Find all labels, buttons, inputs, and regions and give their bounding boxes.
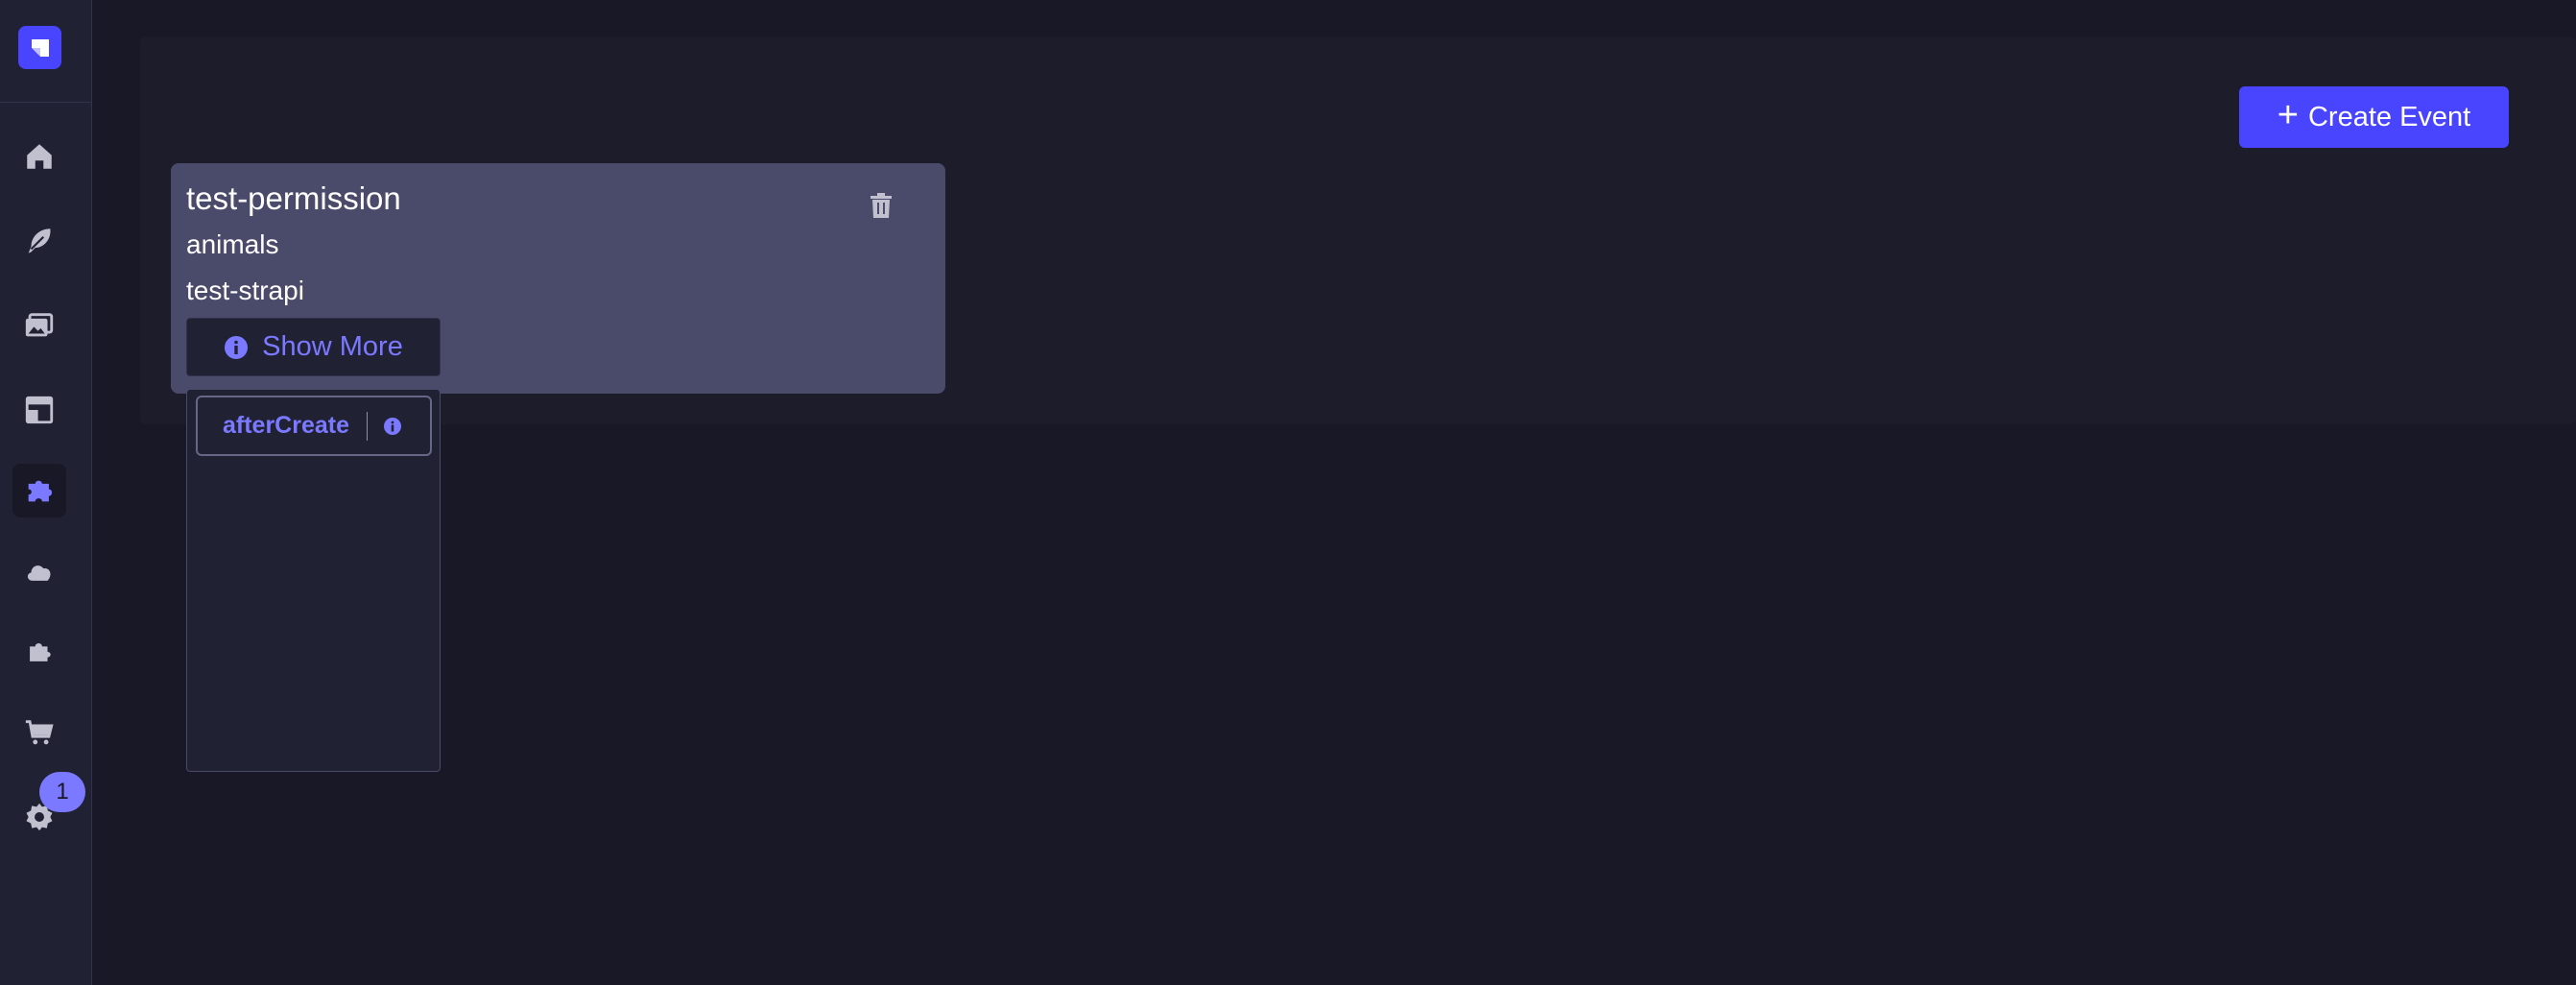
settings-notification-badge: 1 bbox=[39, 772, 85, 812]
event-hook-label: afterCreate bbox=[223, 412, 350, 439]
sidebar: 1 bbox=[0, 0, 92, 985]
event-line-1: animals bbox=[186, 229, 279, 259]
layout-icon bbox=[25, 396, 54, 424]
cart-icon bbox=[25, 720, 54, 745]
info-icon bbox=[225, 335, 249, 359]
nav-plugins[interactable] bbox=[12, 625, 66, 679]
nav-home[interactable] bbox=[12, 130, 66, 183]
hook-info-icon[interactable] bbox=[383, 417, 402, 436]
chip-divider bbox=[367, 411, 369, 441]
puzzle-icon bbox=[28, 480, 53, 502]
event-hook-chip[interactable]: afterCreate bbox=[196, 396, 432, 456]
plus-icon: + bbox=[2277, 95, 2299, 135]
plugins-icon bbox=[30, 643, 51, 661]
trash-icon bbox=[871, 193, 892, 218]
nav-webhooks[interactable] bbox=[12, 464, 66, 517]
media-library-icon bbox=[25, 313, 54, 337]
strapi-logo-icon[interactable] bbox=[18, 26, 61, 69]
feather-icon bbox=[28, 228, 51, 253]
cloud-icon bbox=[27, 565, 51, 581]
show-more-button[interactable]: Show More bbox=[186, 318, 441, 376]
create-event-button[interactable]: + Create Event bbox=[2239, 86, 2509, 148]
nav-cloud[interactable] bbox=[12, 544, 66, 598]
logo-divider bbox=[0, 102, 92, 103]
nav-content-manager[interactable] bbox=[12, 214, 66, 268]
home-icon bbox=[27, 144, 52, 169]
event-line-2: test-strapi bbox=[186, 276, 304, 305]
event-name: test-permission bbox=[186, 180, 401, 216]
create-event-label: Create Event bbox=[2307, 101, 2471, 132]
delete-event-button[interactable] bbox=[864, 188, 898, 223]
show-more-label: Show More bbox=[262, 331, 403, 362]
nav-content-type-builder[interactable] bbox=[12, 383, 66, 437]
nav-media-library[interactable] bbox=[12, 299, 66, 352]
nav-marketplace[interactable] bbox=[12, 706, 66, 759]
